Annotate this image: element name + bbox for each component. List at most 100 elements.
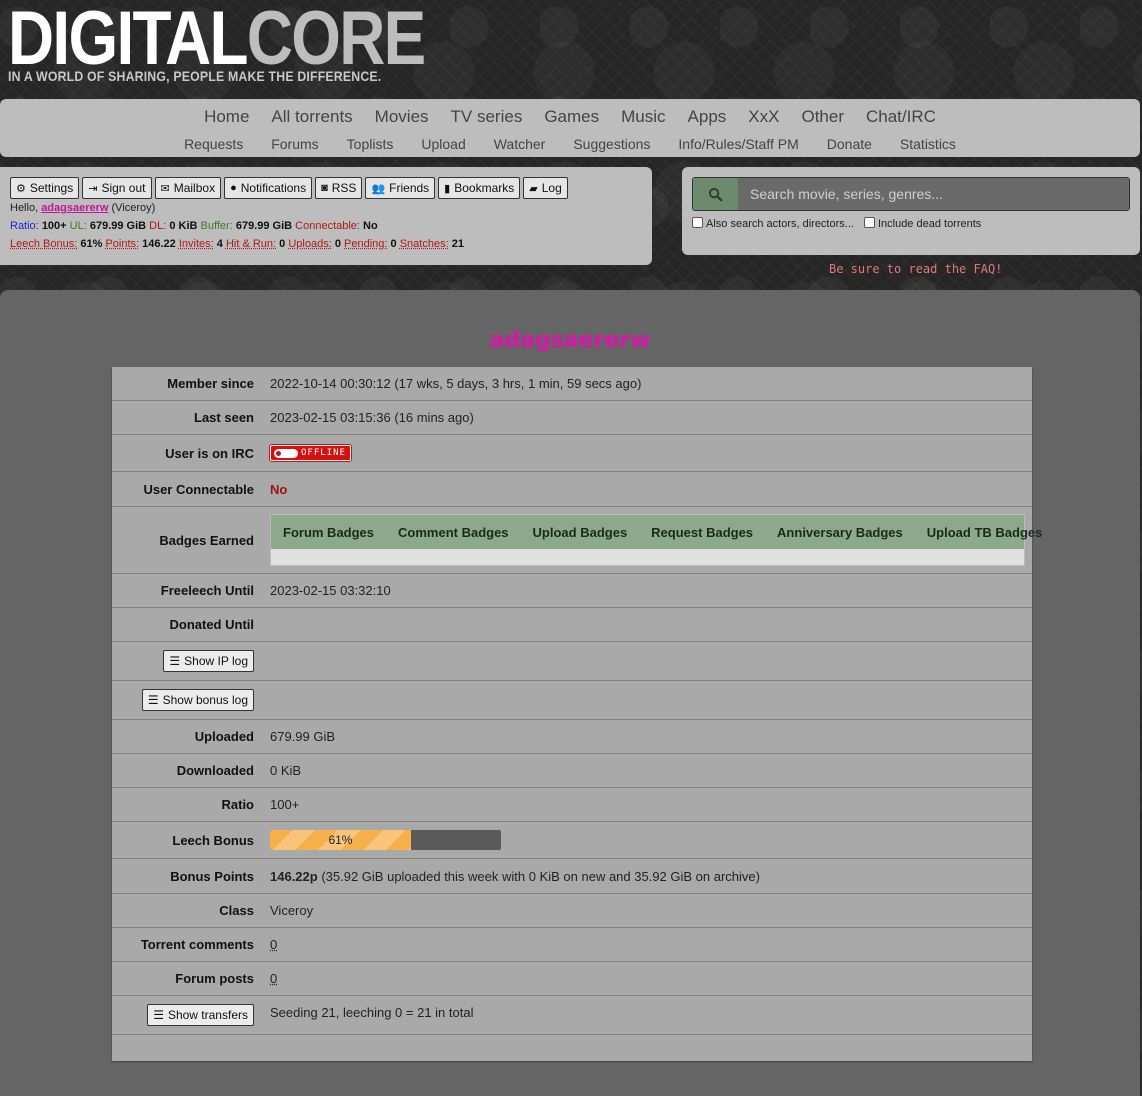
nav-statistics[interactable]: Statistics bbox=[900, 136, 956, 152]
bonus-log-value bbox=[262, 681, 1032, 719]
dl-label: DL: bbox=[149, 220, 167, 232]
search-button[interactable] bbox=[693, 178, 738, 210]
badges-box: Forum Badges Comment Badges Upload Badge… bbox=[270, 514, 1042, 566]
transfers-value: Seeding 21, leeching 0 = 21 in total bbox=[270, 1005, 474, 1020]
nav-games[interactable]: Games bbox=[544, 107, 599, 127]
row-torrent-comments: Torrent comments 0 bbox=[112, 928, 1032, 962]
row-bonus-log: ☰ Show bonus log bbox=[112, 681, 1032, 720]
search-actors-label: Also search actors, directors... bbox=[706, 218, 854, 230]
nav-tv-series[interactable]: TV series bbox=[451, 107, 523, 127]
table-footer bbox=[112, 1035, 1032, 1061]
nav-suggestions[interactable]: Suggestions bbox=[573, 136, 650, 152]
tab-upload-badges[interactable]: Upload Badges bbox=[521, 525, 640, 540]
bookmarks-button[interactable]: ▮ Bookmarks bbox=[438, 177, 521, 199]
forum-posts-link[interactable]: 0 bbox=[270, 971, 277, 986]
nav-requests[interactable]: Requests bbox=[184, 136, 243, 152]
irc-status-text: OFFLINE bbox=[301, 448, 346, 458]
mailbox-button[interactable]: ✉ Mailbox bbox=[154, 177, 222, 199]
tab-forum-badges[interactable]: Forum Badges bbox=[271, 525, 386, 540]
dead-torrents-checkbox[interactable] bbox=[863, 217, 875, 228]
row-member-since: Member since 2022-10-14 00:30:12 (17 wks… bbox=[112, 367, 1032, 401]
show-transfers-button[interactable]: ☰ Show transfers bbox=[147, 1004, 254, 1026]
nav-watcher[interactable]: Watcher bbox=[494, 136, 546, 152]
leech-bonus-label: Leech Bonus bbox=[172, 832, 254, 848]
points-link[interactable]: Points: bbox=[105, 238, 139, 250]
nav-apps[interactable]: Apps bbox=[688, 107, 727, 127]
search-options: Also search actors, directors... Include… bbox=[692, 217, 1130, 230]
row-downloaded: Downloaded 0 KiB bbox=[112, 754, 1032, 788]
nav-movies[interactable]: Movies bbox=[375, 107, 429, 127]
settings-button[interactable]: ⚙ Settings bbox=[10, 177, 80, 199]
rss-button[interactable]: ◙ RSS bbox=[315, 177, 363, 199]
tab-request-badges[interactable]: Request Badges bbox=[639, 525, 765, 540]
nav-other[interactable]: Other bbox=[801, 107, 844, 127]
member-since-label: Member since bbox=[167, 376, 254, 391]
nav-upload[interactable]: Upload bbox=[421, 136, 465, 152]
bonus-points-value: 146.22p (35.92 GiB uploaded this week wi… bbox=[262, 859, 1032, 893]
nav-info-rules[interactable]: Info/Rules/Staff PM bbox=[678, 136, 798, 152]
tab-comment-badges[interactable]: Comment Badges bbox=[386, 525, 521, 540]
nav-xxx[interactable]: XxX bbox=[748, 107, 779, 127]
uploads-link[interactable]: Uploads: bbox=[288, 238, 331, 250]
search-actors-checkbox[interactable] bbox=[692, 217, 703, 228]
row-badges: Badges Earned Forum Badges Comment Badge… bbox=[112, 507, 1042, 574]
nav-home[interactable]: Home bbox=[204, 107, 249, 127]
username-link[interactable]: adagsaererw bbox=[41, 202, 108, 214]
user-panel: ⚙ Settings ⇥ Sign out ✉ Mailbox ● Notificati… bbox=[0, 167, 652, 265]
nav-music[interactable]: Music bbox=[621, 107, 665, 127]
row-leech-bonus: Leech Bonus 61% bbox=[112, 822, 1032, 859]
row-transfers: ☰ Show transfers Seeding 21, leeching 0 =… bbox=[112, 996, 1032, 1035]
secondary-nav: Requests Forums Toplists Upload Watcher … bbox=[0, 136, 1140, 152]
nav-donate[interactable]: Donate bbox=[827, 136, 872, 152]
torrent-comments-link[interactable]: 0 bbox=[270, 937, 277, 952]
notifications-label: Notifications bbox=[240, 181, 307, 195]
class-value: Viceroy bbox=[270, 903, 314, 918]
nav-chat-irc[interactable]: Chat/IRC bbox=[866, 107, 936, 127]
leech-bonus-progress: 61% bbox=[270, 830, 501, 850]
tab-upload-tb-badges[interactable]: Upload TB Badges bbox=[915, 525, 1055, 540]
connectable-label: Connectable: bbox=[295, 220, 360, 232]
hit-run-link[interactable]: Hit & Run: bbox=[226, 238, 276, 250]
row-connectable: User Connectable No bbox=[112, 472, 1032, 507]
show-ip-log-button[interactable]: ☰ Show IP log bbox=[163, 650, 254, 672]
notifications-button[interactable]: ● Notifications bbox=[224, 177, 313, 199]
main-content: adagsaererw Member since 2022-10-14 00:3… bbox=[0, 290, 1140, 1096]
uploaded-value: 679.99 GiB bbox=[270, 729, 336, 744]
bookmarks-label: Bookmarks bbox=[454, 181, 515, 195]
connectable-value: No bbox=[270, 481, 288, 497]
search-icon bbox=[708, 187, 723, 201]
ratio-label: Ratio bbox=[221, 797, 255, 812]
row-class: Class Viceroy bbox=[112, 894, 1032, 928]
irc-label: User is on IRC bbox=[165, 445, 254, 461]
site-logo[interactable]: DIGITALCORE IN A WORLD OF SHARING, PEOPL… bbox=[8, 1, 504, 85]
sign-out-button[interactable]: ⇥ Sign out bbox=[82, 177, 152, 199]
invites-link[interactable]: Invites: bbox=[179, 238, 214, 250]
dead-torrents-option[interactable]: Include dead torrents bbox=[863, 217, 981, 230]
leech-bonus-link[interactable]: Leech Bonus: bbox=[10, 238, 77, 250]
friends-button[interactable]: 👥 Friends bbox=[365, 177, 436, 199]
leech-bonus-value: 61% bbox=[80, 238, 103, 250]
snatches-link[interactable]: Snatches: bbox=[400, 238, 449, 250]
pending-link[interactable]: Pending: bbox=[344, 238, 387, 250]
last-seen-label: Last seen bbox=[194, 410, 254, 425]
row-donated: Donated Until bbox=[112, 608, 1032, 642]
nav-all-torrents[interactable]: All torrents bbox=[271, 107, 352, 127]
forum-posts-label: Forum posts bbox=[175, 971, 254, 986]
user-hello-line: Hello, adagsaererw (Viceroy) bbox=[10, 199, 642, 217]
faq-link[interactable]: Be sure to read the FAQ! bbox=[829, 262, 1002, 276]
row-freeleech: Freeleech Until 2023-02-15 03:32:10 bbox=[112, 574, 1032, 608]
search-actors-option[interactable]: Also search actors, directors... bbox=[692, 217, 854, 230]
search-input[interactable]: Search movie, series, genres... bbox=[738, 178, 1129, 210]
tab-anniversary-badges[interactable]: Anniversary Badges bbox=[765, 525, 915, 540]
show-bonus-log-button[interactable]: ☰ Show bonus log bbox=[141, 689, 254, 711]
hit-run-value: 0 bbox=[279, 238, 286, 250]
log-button[interactable]: ▰ Log bbox=[523, 177, 568, 199]
user-class-text: (Viceroy) bbox=[111, 202, 156, 214]
dl-value: 0 KiB bbox=[169, 220, 198, 232]
ul-label: UL: bbox=[69, 220, 87, 232]
ratio-value: 100+ bbox=[41, 220, 67, 232]
nav-toplists[interactable]: Toplists bbox=[347, 136, 394, 152]
connectable-value: No bbox=[363, 220, 378, 232]
ul-value: 679.99 GiB bbox=[89, 220, 147, 232]
nav-forums[interactable]: Forums bbox=[271, 136, 318, 152]
